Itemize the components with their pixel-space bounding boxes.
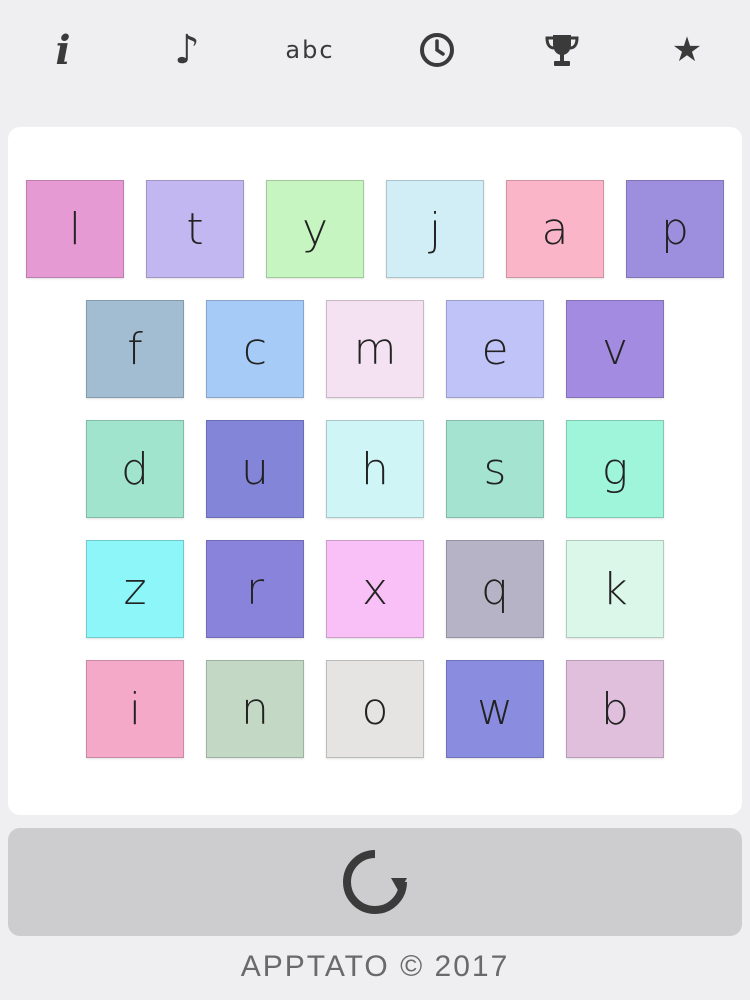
letter-tile-v[interactable]: v xyxy=(566,300,664,398)
tile-row: inowb xyxy=(8,660,742,758)
letter-tile-g[interactable]: g xyxy=(566,420,664,518)
letter-tile-e[interactable]: e xyxy=(446,300,544,398)
trophy-icon xyxy=(545,35,579,66)
letter-tile-j[interactable]: j xyxy=(386,180,484,278)
trophy-button[interactable] xyxy=(532,22,592,78)
letter-tile-m[interactable]: m xyxy=(326,300,424,398)
tile-row: ltyjap xyxy=(8,180,742,278)
letter-tile-z[interactable]: z xyxy=(86,540,184,638)
top-toolbar: i ♪ abc ★ xyxy=(0,0,750,100)
letter-tile-f[interactable]: f xyxy=(86,300,184,398)
letter-tile-o[interactable]: o xyxy=(326,660,424,758)
clock-icon xyxy=(420,33,454,67)
favorites-button[interactable]: ★ xyxy=(657,22,717,78)
letter-tile-b[interactable]: b xyxy=(566,660,664,758)
letter-tile-u[interactable]: u xyxy=(206,420,304,518)
letter-tile-r[interactable]: r xyxy=(206,540,304,638)
letter-tile-y[interactable]: y xyxy=(266,180,364,278)
letter-board: ltyjap fcmev duhsg zrxqk inowb xyxy=(8,127,742,815)
abc-label: abc xyxy=(285,36,335,64)
tile-row: duhsg xyxy=(8,420,742,518)
copyright-footer: APPTATO © 2017 xyxy=(240,950,510,983)
tile-row: zrxqk xyxy=(8,540,742,638)
refresh-button[interactable] xyxy=(8,828,742,936)
tile-row: fcmev xyxy=(8,300,742,398)
timer-button[interactable] xyxy=(407,22,467,78)
letter-tile-k[interactable]: k xyxy=(566,540,664,638)
letter-tile-w[interactable]: w xyxy=(446,660,544,758)
star-icon: ★ xyxy=(671,30,703,70)
music-button[interactable]: ♪ xyxy=(157,22,217,78)
letter-tile-n[interactable]: n xyxy=(206,660,304,758)
abc-mode-button[interactable]: abc xyxy=(280,22,340,78)
info-button[interactable]: i xyxy=(33,22,93,78)
letter-tile-a[interactable]: a xyxy=(506,180,604,278)
letter-tile-s[interactable]: s xyxy=(446,420,544,518)
letter-tile-d[interactable]: d xyxy=(86,420,184,518)
letter-tile-h[interactable]: h xyxy=(326,420,424,518)
letter-tile-q[interactable]: q xyxy=(446,540,544,638)
music-note-icon: ♪ xyxy=(174,27,200,73)
refresh-icon xyxy=(343,850,407,914)
letter-tile-p[interactable]: p xyxy=(626,180,724,278)
letter-tile-c[interactable]: c xyxy=(206,300,304,398)
letter-tile-i[interactable]: i xyxy=(86,660,184,758)
letter-tile-l[interactable]: l xyxy=(26,180,124,278)
letter-tile-t[interactable]: t xyxy=(146,180,244,278)
info-icon: i xyxy=(55,26,71,74)
letter-tile-x[interactable]: x xyxy=(326,540,424,638)
